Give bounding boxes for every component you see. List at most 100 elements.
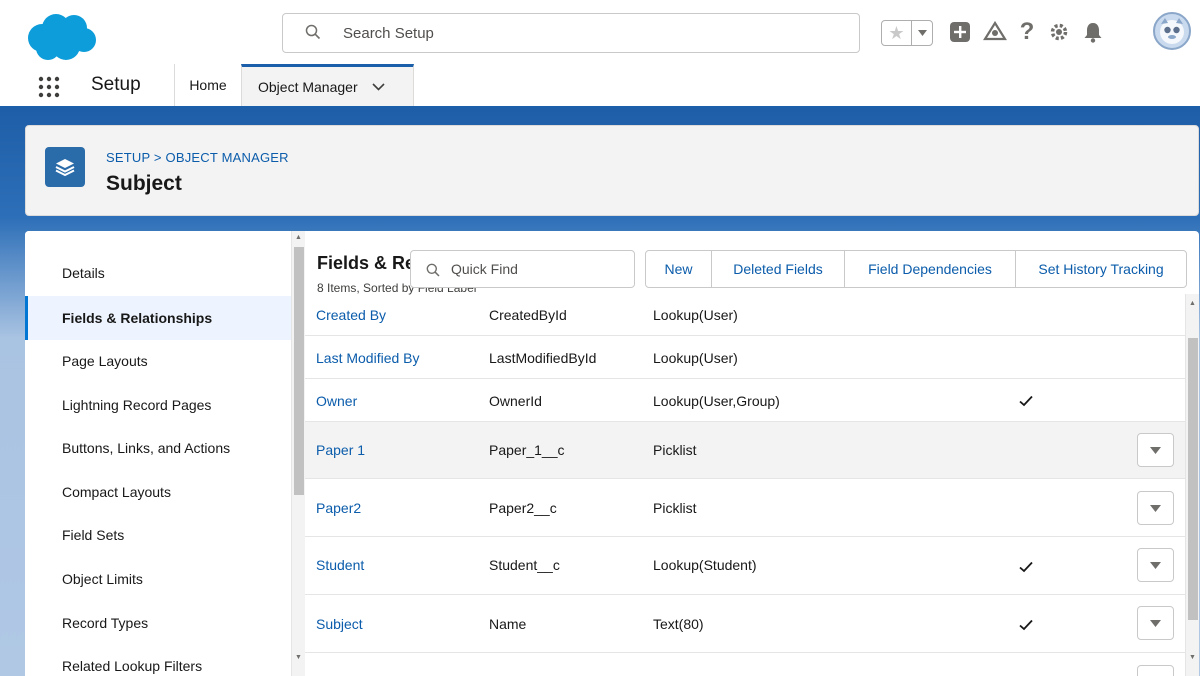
- quick-find-input[interactable]: [451, 260, 621, 278]
- favorites-star-icon[interactable]: ★: [882, 21, 912, 45]
- global-search-input[interactable]: [343, 22, 823, 44]
- field-data-type: Picklist: [653, 442, 697, 458]
- tab-home-label: Home: [189, 77, 227, 93]
- table-row: Last Modified By LastModifiedById Lookup…: [305, 336, 1185, 379]
- field-api-name: Paper2__c: [489, 500, 557, 516]
- sidebar-scrollbar-thumb[interactable]: [294, 247, 304, 495]
- sidebar-item-label: Related Lookup Filters: [62, 658, 203, 674]
- row-actions-button[interactable]: [1137, 433, 1174, 467]
- object-manager-card: Details Fields & Relationships Page Layo…: [25, 231, 1199, 676]
- field-label-link[interactable]: Owner: [316, 393, 357, 409]
- row-actions-button[interactable]: [1137, 665, 1174, 676]
- table-row: Created By CreatedById Lookup(User): [305, 294, 1185, 336]
- indexed-checkmark-icon: [1017, 558, 1035, 576]
- user-avatar[interactable]: [1153, 12, 1191, 50]
- field-data-type: Lookup(User): [653, 307, 738, 323]
- app-launcher-icon[interactable]: [38, 76, 60, 98]
- indexed-checkmark-icon: [1017, 616, 1035, 634]
- sidebar-item-page-layouts[interactable]: Page Layouts: [25, 339, 291, 383]
- fields-table-scrollbar-thumb[interactable]: [1188, 338, 1198, 620]
- table-row: Subject Name Text(80): [305, 595, 1185, 653]
- field-api-name: OwnerId: [489, 393, 542, 409]
- help-icon[interactable]: ?: [1014, 18, 1040, 45]
- page-title: Subject: [106, 172, 182, 195]
- scroll-down-arrow-icon[interactable]: ▼: [1189, 654, 1196, 661]
- object-sidebar: Details Fields & Relationships Page Layo…: [25, 231, 291, 676]
- salesforce-logo[interactable]: [26, 12, 98, 62]
- sidebar-item-compact-layouts[interactable]: Compact Layouts: [25, 470, 291, 514]
- notifications-bell-icon[interactable]: [1080, 19, 1106, 45]
- chevron-down-icon: [1150, 446, 1161, 454]
- sidebar-item-object-limits[interactable]: Object Limits: [25, 557, 291, 601]
- table-row: Owner OwnerId Lookup(User,Group): [305, 379, 1185, 422]
- scroll-down-arrow-icon[interactable]: ▼: [295, 654, 302, 661]
- sidebar-item-record-types[interactable]: Record Types: [25, 601, 291, 645]
- quick-find-box[interactable]: [410, 250, 635, 288]
- sidebar-item-label: Fields & Relationships: [62, 310, 213, 326]
- field-api-name: Student__c: [489, 557, 560, 573]
- chevron-down-icon[interactable]: [372, 79, 385, 94]
- fields-panel: Fields & Relationships 8 Items, Sorted b…: [305, 231, 1199, 676]
- object-header: SETUP > OBJECT MANAGER Subject: [25, 125, 1199, 216]
- settings-gear-icon[interactable]: [1046, 19, 1072, 45]
- sidebar-item-buttons-links-actions[interactable]: Buttons, Links, and Actions: [25, 426, 291, 470]
- sidebar-item-lightning-record-pages[interactable]: Lightning Record Pages: [25, 383, 291, 427]
- search-icon: [426, 263, 440, 277]
- row-actions-button[interactable]: [1137, 491, 1174, 525]
- tab-object-manager[interactable]: Object Manager: [241, 64, 414, 106]
- field-data-type: Lookup(Student): [653, 557, 757, 573]
- sidebar-item-label: Field Sets: [62, 527, 125, 543]
- row-actions-button[interactable]: [1137, 548, 1174, 582]
- field-label-link[interactable]: Student: [316, 557, 364, 573]
- field-dependencies-button[interactable]: Field Dependencies: [845, 251, 1016, 287]
- set-history-tracking-button[interactable]: Set History Tracking: [1016, 251, 1186, 287]
- field-data-type: Picklist: [653, 500, 697, 516]
- trailhead-icon[interactable]: [982, 19, 1008, 45]
- sidebar-item-label: Compact Layouts: [62, 484, 171, 500]
- indexed-checkmark-icon: [1017, 392, 1035, 410]
- table-row: [305, 653, 1185, 676]
- fields-table-scrollbar[interactable]: ▲ ▼: [1185, 294, 1199, 676]
- sidebar-item-label: Record Types: [62, 615, 149, 631]
- fields-action-button-group: New Deleted Fields Field Dependencies Se…: [645, 250, 1187, 288]
- field-label-link[interactable]: Paper2: [316, 500, 361, 516]
- sidebar-item-label: Page Layouts: [62, 353, 148, 369]
- field-label-link[interactable]: Paper 1: [316, 442, 365, 458]
- field-api-name: LastModifiedById: [489, 350, 597, 366]
- breadcrumb[interactable]: SETUP > OBJECT MANAGER: [106, 150, 289, 165]
- new-field-button[interactable]: New: [646, 251, 712, 287]
- sidebar-item-label: Lightning Record Pages: [62, 397, 212, 413]
- global-add-icon[interactable]: [947, 19, 973, 45]
- global-header: ★ ?: [0, 0, 1200, 64]
- chevron-down-icon: [1150, 561, 1161, 569]
- favorites-control[interactable]: ★: [881, 20, 933, 46]
- row-actions-button[interactable]: [1137, 606, 1174, 640]
- favorites-list-dropdown[interactable]: [912, 21, 932, 45]
- scroll-up-arrow-icon[interactable]: ▲: [1189, 300, 1196, 307]
- tab-home[interactable]: Home: [174, 64, 241, 106]
- field-data-type: Lookup(User,Group): [653, 393, 780, 409]
- global-search-box[interactable]: [282, 13, 860, 53]
- sidebar-scrollbar[interactable]: ▲ ▼: [291, 231, 305, 676]
- field-api-name: Name: [489, 616, 527, 632]
- object-layers-icon: [45, 147, 85, 187]
- tab-object-manager-label: Object Manager: [258, 78, 358, 95]
- field-label-link[interactable]: Subject: [316, 616, 363, 632]
- scroll-up-arrow-icon[interactable]: ▲: [295, 234, 302, 241]
- sidebar-item-label: Buttons, Links, and Actions: [62, 440, 231, 456]
- sidebar-item-related-lookup-filters[interactable]: Related Lookup Filters: [25, 644, 291, 676]
- table-row: Paper2 Paper2__c Picklist: [305, 479, 1185, 537]
- app-name: Setup: [91, 74, 141, 95]
- sidebar-item-fields-relationships[interactable]: Fields & Relationships: [25, 296, 291, 340]
- sidebar-item-field-sets[interactable]: Field Sets: [25, 513, 291, 557]
- table-row: Student Student__c Lookup(Student): [305, 537, 1185, 595]
- sidebar-item-label: Object Limits: [62, 571, 143, 587]
- chevron-down-icon: [1150, 619, 1161, 627]
- context-navigation-bar: Setup Home Object Manager: [0, 64, 1200, 108]
- deleted-fields-button[interactable]: Deleted Fields: [712, 251, 845, 287]
- field-label-link[interactable]: Last Modified By: [316, 350, 420, 366]
- field-api-name: CreatedById: [489, 307, 567, 323]
- field-api-name: Paper_1__c: [489, 442, 565, 458]
- field-label-link[interactable]: Created By: [316, 307, 386, 323]
- sidebar-item-details[interactable]: Details: [25, 251, 291, 295]
